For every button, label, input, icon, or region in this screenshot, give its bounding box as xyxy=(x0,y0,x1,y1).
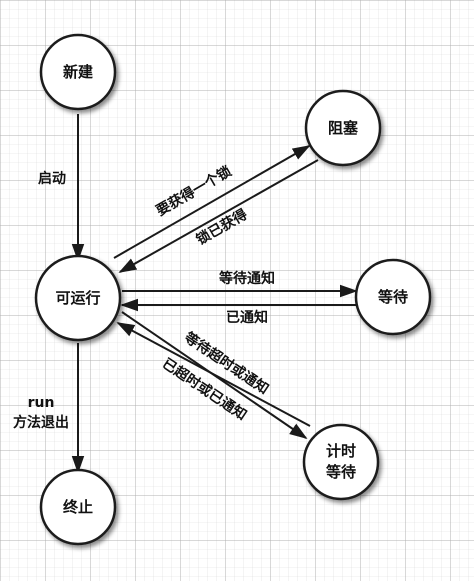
node-timed-waiting: 计时 等待 xyxy=(302,423,380,501)
edge-notified-label: 已通知 xyxy=(226,309,268,326)
state-diagram: 新建 阻塞 可运行 等待 计时 等待 终止 启动 要获得一个锁 锁已获得 等待通… xyxy=(0,0,474,581)
node-blocked-label: 阻塞 xyxy=(328,119,359,137)
node-waiting-label: 等待 xyxy=(378,288,408,306)
edge-start-label: 启动 xyxy=(38,170,66,187)
node-runnable: 可运行 xyxy=(34,254,122,342)
node-runnable-label: 可运行 xyxy=(55,289,100,307)
node-timed-waiting-label-line1: 计时 xyxy=(326,442,356,460)
node-new: 新建 xyxy=(39,33,117,111)
node-timed-waiting-label-line2: 等待 xyxy=(326,463,356,481)
node-waiting: 等待 xyxy=(354,258,432,336)
node-terminated-label: 终止 xyxy=(63,498,93,516)
node-new-label: 新建 xyxy=(63,63,94,81)
edge-run-method-exit-label-line2: 方法退出 xyxy=(13,414,69,431)
node-terminated: 终止 xyxy=(39,468,117,546)
edge-run-method-exit-label-line1: run xyxy=(28,395,55,411)
node-blocked: 阻塞 xyxy=(304,89,382,167)
state-diagram-canvas: 新建 阻塞 可运行 等待 计时 等待 终止 启动 要获得一个锁 锁已获得 等待通… xyxy=(0,0,474,581)
edge-wait-notify-label: 等待通知 xyxy=(219,270,275,287)
